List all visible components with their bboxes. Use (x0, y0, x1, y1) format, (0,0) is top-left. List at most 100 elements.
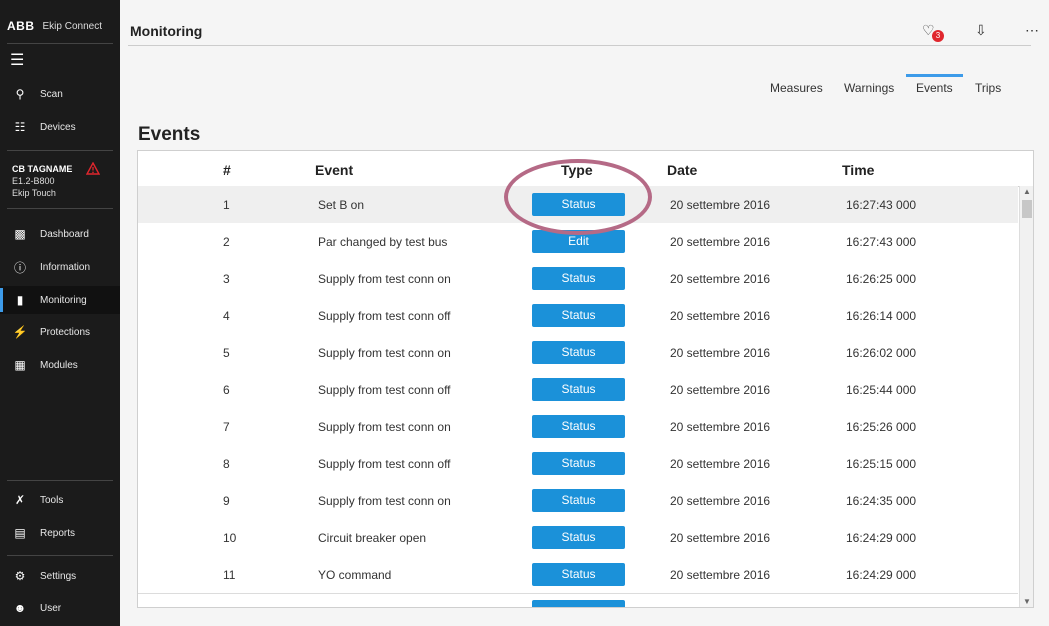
event-time: 16:27:43 000 (846, 235, 917, 249)
event-date: 20 settembre 2016 (670, 420, 771, 434)
divider (7, 208, 113, 209)
table-row[interactable]: 5 Supply from test conn on Status 20 settem… (138, 334, 1018, 372)
event-name: Supply from test conn on (318, 272, 451, 286)
type-button[interactable]: Status (532, 341, 625, 364)
event-time: 16:24:35 000 (846, 494, 917, 508)
table-row[interactable]: 1 Set B on Status 20 settembre 2016 16:27:43… (138, 186, 1018, 224)
type-button[interactable]: Status (532, 378, 625, 401)
event-name: Supply from test conn off (318, 309, 451, 323)
type-button[interactable]: Status (532, 304, 625, 327)
event-name: YO command (318, 568, 392, 582)
scroll-up-icon[interactable]: ▲ (1023, 187, 1031, 196)
hamburger-menu-icon[interactable]: ☰ (10, 50, 24, 70)
event-name: Supply from test conn on (318, 346, 451, 360)
type-button[interactable]: Status (532, 415, 625, 438)
table-row[interactable]: 3 Supply from test conn on Status 20 settem… (138, 260, 1018, 298)
modules-grid-icon: ▦ (14, 358, 26, 372)
type-button[interactable]: Status (532, 193, 625, 216)
section-title: Events (138, 124, 201, 145)
sidebar-item-information[interactable]: ⓘ Information (0, 253, 120, 281)
notification-badge: 3 (932, 30, 944, 42)
row-number: 1 (223, 198, 230, 212)
sidebar-item-monitoring[interactable]: ▮ Monitoring (0, 286, 120, 314)
event-date: 20 settembre 2016 (670, 235, 771, 249)
event-time: 16:26:02 000 (846, 346, 917, 360)
row-number: 9 (223, 494, 230, 508)
sidebar-item-label: Monitoring (40, 294, 87, 306)
column-header-type[interactable]: Type (561, 162, 593, 178)
tab-trips[interactable]: Trips (975, 81, 1001, 95)
sidebar-item-modules[interactable]: ▦ Modules (0, 351, 120, 379)
sidebar-item-reports[interactable]: ▤ Reports (0, 519, 120, 547)
sidebar: ABB Ekip Connect ☰ ⚲ Scan ☷ Devices CB T… (0, 0, 120, 626)
device-name: CB TAGNAME (12, 164, 73, 174)
tab-warnings[interactable]: Warnings (844, 81, 894, 95)
table-row[interactable]: 11 YO command Status 20 settembre 2016 16:24… (138, 556, 1018, 594)
header-divider (128, 45, 1031, 46)
column-header-date[interactable]: Date (667, 162, 697, 178)
table-row[interactable]: 6 Supply from test conn off Status 20 sette… (138, 371, 1018, 409)
device-unit: Ekip Touch (12, 188, 56, 198)
sidebar-item-label: Devices (40, 121, 76, 133)
download-icon[interactable]: ⇩ (975, 22, 987, 39)
event-date: 20 settembre 2016 (670, 568, 771, 582)
event-time: 16:25:26 000 (846, 420, 917, 434)
column-header-number[interactable]: # (223, 162, 231, 178)
device-info[interactable]: CB TAGNAME E1.2-B800 Ekip Touch (12, 163, 72, 199)
sidebar-item-settings[interactable]: ⚙ Settings (0, 562, 120, 590)
column-header-time[interactable]: Time (842, 162, 874, 178)
divider (7, 555, 113, 556)
event-time: 16:25:44 000 (846, 383, 917, 397)
sidebar-item-protections[interactable]: ⚡ Protections (0, 318, 120, 346)
more-options-icon[interactable]: ⋯ (1025, 22, 1039, 39)
table-scrollbar[interactable]: ▲ ▼ (1019, 186, 1033, 607)
event-date: 20 settembre 2016 (670, 346, 771, 360)
table-row[interactable]: 10 Circuit breaker open Status 20 settembre… (138, 519, 1018, 557)
type-button[interactable]: Status (532, 452, 625, 475)
network-icon: ☷ (14, 120, 26, 134)
divider (7, 150, 113, 151)
sidebar-item-dashboard[interactable]: ▩ Dashboard (0, 220, 120, 248)
divider (7, 43, 113, 44)
dashboard-icon: ▩ (14, 227, 26, 241)
event-time: 16:26:25 000 (846, 272, 917, 286)
sidebar-item-user[interactable]: ☻ User (0, 594, 120, 622)
partial-type-button[interactable] (532, 600, 625, 607)
sidebar-item-label: Scan (40, 88, 63, 100)
event-time: 16:27:43 000 (846, 198, 917, 212)
sidebar-item-devices[interactable]: ☷ Devices (0, 113, 120, 141)
event-date: 20 settembre 2016 (670, 494, 771, 508)
tab-measures[interactable]: Measures (770, 81, 823, 95)
row-number: 2 (223, 235, 230, 249)
event-time: 16:26:14 000 (846, 309, 917, 323)
type-button[interactable]: Edit (532, 230, 625, 253)
event-date: 20 settembre 2016 (670, 198, 771, 212)
column-header-event[interactable]: Event (315, 162, 353, 178)
row-number: 8 (223, 457, 230, 471)
row-number: 4 (223, 309, 230, 323)
event-name: Supply from test conn on (318, 420, 451, 434)
type-button[interactable]: Status (532, 563, 625, 586)
type-button[interactable]: Status (532, 489, 625, 512)
type-button[interactable]: Status (532, 267, 625, 290)
sidebar-item-tools[interactable]: ✗ Tools (0, 486, 120, 514)
table-row[interactable]: 8 Supply from test conn off Status 20 sette… (138, 445, 1018, 483)
report-icon: ▤ (14, 526, 26, 540)
scroll-down-icon[interactable]: ▼ (1023, 597, 1031, 606)
tab-events[interactable]: Events (916, 81, 953, 95)
type-button[interactable]: Status (532, 526, 625, 549)
row-number: 3 (223, 272, 230, 286)
table-row[interactable]: 9 Supply from test conn on Status 20 settem… (138, 482, 1018, 520)
event-time: 16:24:29 000 (846, 531, 917, 545)
table-row[interactable]: 2 Par changed by test bus Edit 20 settembre… (138, 223, 1018, 261)
row-number: 10 (223, 531, 237, 545)
scrollbar-thumb[interactable] (1022, 200, 1032, 218)
table-row[interactable]: 4 Supply from test conn off Status 20 sette… (138, 297, 1018, 335)
row-number: 11 (223, 568, 236, 582)
table-row[interactable]: 7 Supply from test conn on Status 20 settem… (138, 408, 1018, 446)
sidebar-item-label: Information (40, 261, 91, 273)
events-table: # Event Type Date Time 1 Set B on Status 20… (137, 150, 1034, 608)
sidebar-item-scan[interactable]: ⚲ Scan (0, 80, 120, 108)
search-icon: ⚲ (15, 87, 25, 101)
sidebar-item-label: Reports (40, 527, 76, 539)
